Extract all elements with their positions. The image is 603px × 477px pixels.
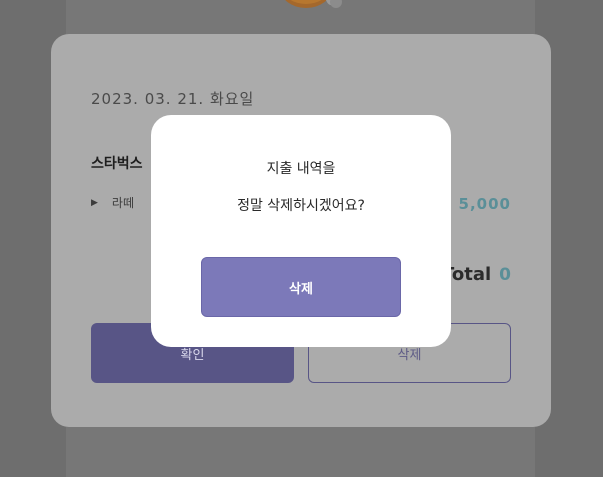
- total-row: Total 0: [442, 264, 511, 285]
- modal-message-line2: 정말 삭제하시겠어요?: [237, 198, 365, 214]
- delete-confirm-modal: 지출 내역을 정말 삭제하시겠어요? 삭제: [151, 115, 451, 347]
- caret-right-icon: ▶: [91, 197, 98, 208]
- modal-delete-button[interactable]: 삭제: [201, 257, 401, 317]
- store-name: 스타벅스: [91, 156, 143, 172]
- screen: 2023. 03. 21. 화요일 스타벅스 ▶ 라떼 5,000 Total …: [0, 0, 603, 477]
- expense-date: 2023. 03. 21. 화요일: [91, 90, 255, 108]
- total-value: 0: [499, 265, 511, 285]
- mascot-icon: [285, 0, 342, 8]
- item-name: 라떼: [111, 196, 135, 210]
- expense-item[interactable]: ▶ 라떼: [91, 194, 134, 211]
- item-price: 5,000: [458, 195, 511, 213]
- modal-message-line1: 지출 내역을: [266, 161, 336, 177]
